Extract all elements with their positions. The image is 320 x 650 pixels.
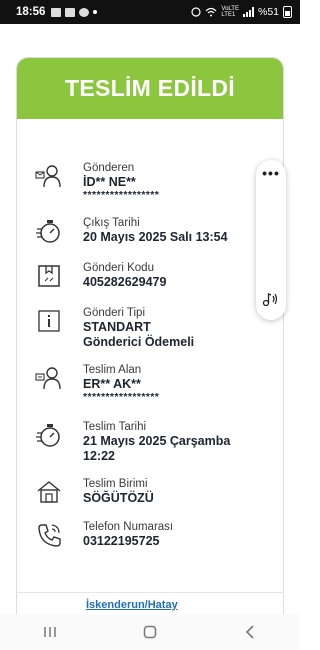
- system-nav-bar: [0, 614, 300, 650]
- row-sender: Gönderen İD** NE** *****************: [34, 161, 159, 201]
- delivery-branch-label: Teslim Birimi: [83, 478, 148, 490]
- sender-masked: *****************: [83, 189, 160, 201]
- row-delivery-branch: Teslim Birimi SÖĞÜTÖZÜ: [34, 477, 154, 507]
- status-right: VoLTE LTE1 %51: [191, 6, 292, 18]
- shipment-type-label: Gönderi Tipi: [83, 307, 146, 319]
- home-button[interactable]: [135, 620, 165, 644]
- stopwatch-icon: [34, 216, 64, 246]
- status-bar: 18:56 VoLTE LTE1 %51: [0, 0, 300, 24]
- delivery-date-value: 21 Mayıs 2025 Çarşamba: [83, 434, 231, 448]
- recent-apps-icon: [44, 627, 56, 637]
- receiver-label: Teslim Alan: [83, 364, 142, 376]
- shipment-type-value: STANDART: [83, 320, 151, 334]
- row-shipment-code: Gönderi Kodu 405282629479: [34, 261, 166, 291]
- delivery-time-value: 12:22: [83, 449, 115, 463]
- info-icon: [34, 306, 64, 336]
- phone-value[interactable]: 03122195725: [83, 534, 173, 549]
- message-icon: [65, 7, 76, 17]
- receiver-person-icon: [34, 363, 64, 393]
- read-aloud-icon[interactable]: [262, 291, 280, 312]
- floating-side-panel[interactable]: •••: [256, 160, 286, 320]
- package-box-icon: [34, 261, 64, 291]
- battery-percent: %51: [257, 6, 279, 18]
- back-icon: [245, 625, 254, 639]
- sender-label: Gönderen: [83, 162, 135, 174]
- alarm-icon: [191, 7, 202, 17]
- delivery-date-label: Teslim Tarihi: [83, 421, 147, 433]
- card-divider: [16, 592, 284, 593]
- wifi-icon: [205, 7, 217, 17]
- shipment-code-label: Gönderi Kodu: [83, 262, 154, 274]
- stopwatch-icon: [34, 420, 64, 450]
- home-icon: [143, 625, 157, 639]
- status-title: TESLİM EDİLDİ: [64, 75, 235, 101]
- branch-location-link[interactable]: İskenderun/Hatay: [86, 599, 178, 611]
- facebook-icon: [79, 7, 90, 17]
- recent-apps-button[interactable]: [35, 620, 65, 644]
- departure-value: 20 Mayıs 2025 Salı 13:54: [83, 230, 228, 244]
- phone-icon: [34, 520, 64, 550]
- status-header: TESLİM EDİLDİ: [17, 58, 283, 119]
- receiver-masked: *****************: [83, 391, 160, 403]
- row-departure-date: Çıkış Tarihi 20 Mayıs 2025 Salı 13:54: [34, 216, 228, 246]
- gallery-icon: [51, 7, 62, 17]
- notification-icons: [51, 7, 98, 17]
- row-delivery-date: Teslim Tarihi 21 Mayıs 2025 Çarşamba 12:…: [34, 420, 230, 464]
- shipment-code-value: 405282629479: [83, 275, 167, 289]
- receiver-value: ER** AK**: [83, 377, 141, 391]
- row-receiver: Teslim Alan ER** AK** *****************: [34, 363, 159, 403]
- back-button[interactable]: [235, 620, 265, 644]
- delivery-branch-value: SÖĞÜTÖZÜ: [83, 491, 154, 505]
- phone-label: Telefon Numarası: [83, 521, 174, 533]
- battery-icon: [283, 6, 292, 18]
- status-time: 18:56: [16, 6, 46, 18]
- sender-person-icon: [34, 161, 64, 191]
- row-phone: Telefon Numarası 03122195725: [34, 520, 173, 550]
- payment-type-value: Gönderici Ödemeli: [83, 335, 195, 349]
- more-notifications-icon: [93, 10, 98, 14]
- sender-value: İD** NE**: [83, 175, 136, 189]
- branch-house-icon: [34, 477, 64, 507]
- row-shipment-type: Gönderi Tipi STANDART Gönderici Ödemeli: [34, 306, 194, 350]
- departure-label: Çıkış Tarihi: [83, 217, 140, 229]
- network-label: VoLTE LTE1: [221, 6, 239, 18]
- more-options-icon[interactable]: •••: [262, 166, 280, 180]
- signal-icon: [242, 7, 254, 17]
